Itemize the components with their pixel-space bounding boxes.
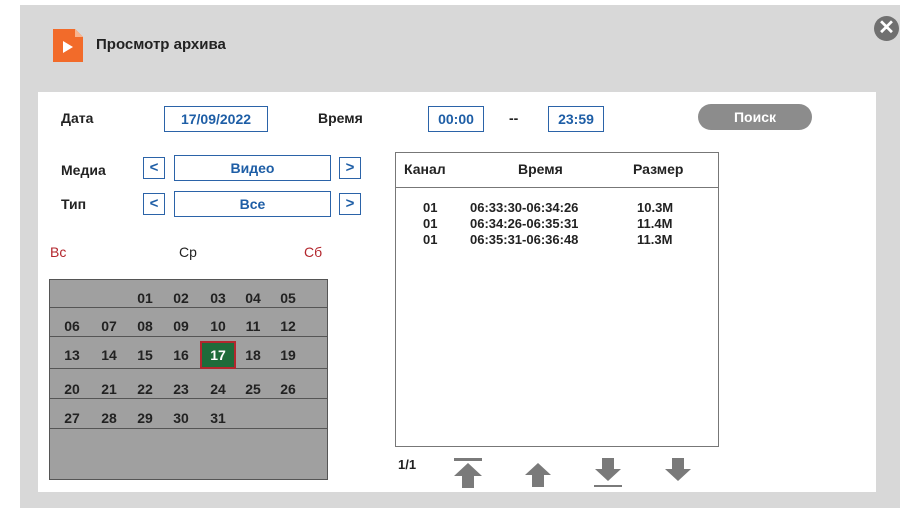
close-button[interactable]: ✕ [874,16,899,41]
calendar-day[interactable]: 09 [163,312,199,340]
calendar-day[interactable]: 20 [54,375,90,403]
last-page-icon[interactable] [662,457,694,489]
media-value[interactable]: Видео [174,155,331,181]
row-3-time[interactable]: 06:35:31-06:36:48 [470,232,578,247]
column-header-size: Размер [633,161,684,177]
calendar-day[interactable]: 18 [235,341,271,369]
calendar-day[interactable]: 04 [235,284,271,312]
media-label: Медиа [61,162,106,178]
row-1-time[interactable]: 06:33:30-06:34:26 [470,200,578,215]
weekday-saturday: Сб [304,244,323,260]
list-header-divider [396,187,718,188]
calendar-day[interactable]: 03 [200,284,236,312]
calendar-day-selected[interactable]: 17 [200,341,236,369]
calendar-day[interactable]: 29 [127,404,163,432]
calendar-day[interactable]: 21 [91,375,127,403]
column-header-time: Время [518,161,563,177]
calendar-day[interactable]: 25 [235,375,271,403]
weekday-sunday: Вс [50,244,67,260]
row-2-channel[interactable]: 01 [423,216,437,231]
type-label: Тип [61,196,87,212]
row-2-time[interactable]: 06:34:26-06:35:31 [470,216,578,231]
calendar-day[interactable]: 24 [200,375,236,403]
calendar-day[interactable]: 15 [127,341,163,369]
page-indicator: 1/1 [398,457,417,472]
time-range-separator: -- [509,110,519,126]
row-3-size[interactable]: 11.3M [637,232,672,247]
page-up-icon[interactable] [522,457,554,489]
calendar-day[interactable]: 07 [91,312,127,340]
calendar-day[interactable]: 31 [200,404,236,432]
time-label: Время [318,110,363,126]
date-field[interactable]: 17/09/2022 [164,106,268,132]
search-button[interactable]: Поиск [698,104,812,130]
calendar-day[interactable]: 16 [163,341,199,369]
column-header-channel: Канал [404,161,446,177]
calendar-day[interactable]: 26 [270,375,306,403]
calendar-day[interactable]: 06 [54,312,90,340]
media-next-button[interactable]: > [339,157,361,179]
recordings-list [395,152,719,447]
type-value[interactable]: Все [174,191,331,217]
calendar-day[interactable]: 01 [127,284,163,312]
calendar-day[interactable]: 14 [91,341,127,369]
calendar-day[interactable]: 30 [163,404,199,432]
media-prev-button[interactable]: < [143,157,165,179]
weekday-wednesday: Ср [179,244,197,260]
window-title: Просмотр архива [96,36,226,53]
row-1-size[interactable]: 10.3M [637,200,673,215]
type-prev-button[interactable]: < [143,193,165,215]
calendar-day[interactable]: 08 [127,312,163,340]
calendar-grid: 01 02 03 04 05 06 07 08 09 10 11 12 13 14 15 16 17 18 19 20… [49,279,328,480]
calendar-day[interactable]: 12 [270,312,306,340]
calendar-day[interactable]: 28 [91,404,127,432]
calendar-day[interactable]: 11 [235,312,271,340]
calendar-day[interactable]: 05 [270,284,306,312]
calendar-day[interactable]: 23 [163,375,199,403]
calendar-day[interactable]: 10 [200,312,236,340]
page-down-icon[interactable] [592,457,624,489]
first-page-icon[interactable] [452,457,484,489]
calendar-day[interactable]: 02 [163,284,199,312]
calendar-day[interactable]: 27 [54,404,90,432]
archive-playback-icon [53,29,83,62]
calendar-day[interactable]: 13 [54,341,90,369]
time-to-field[interactable]: 23:59 [548,106,604,132]
type-next-button[interactable]: > [339,193,361,215]
time-from-field[interactable]: 00:00 [428,106,484,132]
row-1-channel[interactable]: 01 [423,200,437,215]
row-3-channel[interactable]: 01 [423,232,437,247]
calendar-day[interactable]: 22 [127,375,163,403]
calendar-day[interactable]: 19 [270,341,306,369]
date-label: Дата [61,110,94,126]
row-2-size[interactable]: 11.4M [637,216,672,231]
